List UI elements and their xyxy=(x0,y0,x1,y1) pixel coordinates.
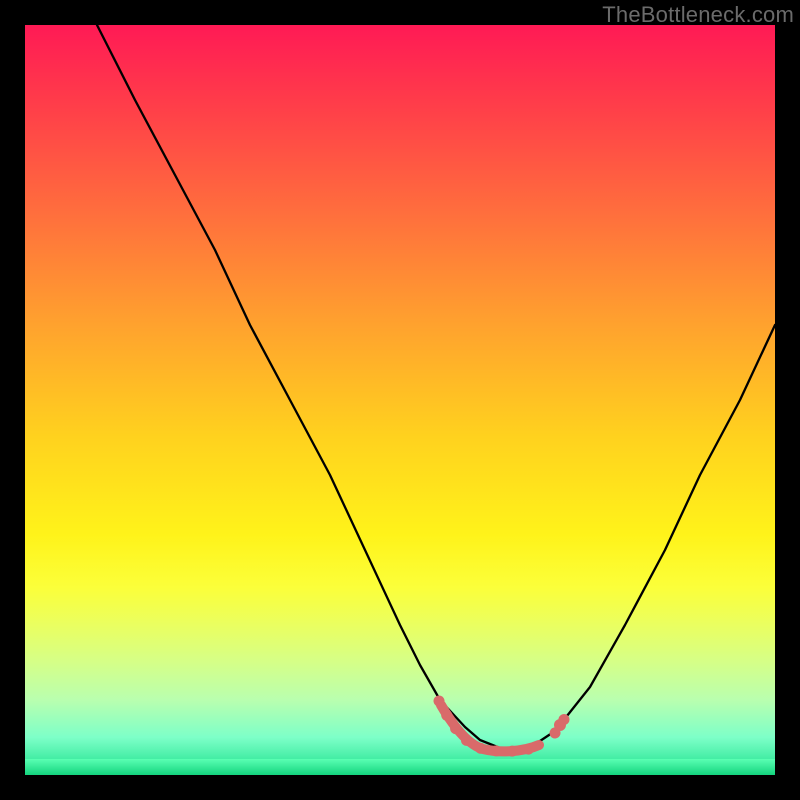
optimal-zone-dot xyxy=(554,719,566,731)
bottleneck-curve-line xyxy=(97,25,775,749)
chart-frame: TheBottleneck.com xyxy=(0,0,800,800)
plot-area xyxy=(25,25,775,775)
bottleneck-curve-svg xyxy=(25,25,775,775)
